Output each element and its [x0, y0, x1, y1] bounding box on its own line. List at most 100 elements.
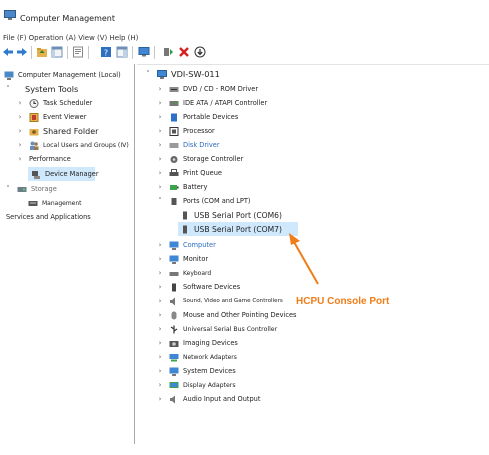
svg-text:?: ? [104, 49, 108, 58]
tree-item-local-users[interactable]: › Local Users and Groups (IV) [16, 139, 129, 151]
chevron-right-icon[interactable]: › [156, 311, 164, 319]
chevron-right-icon[interactable]: › [16, 141, 24, 149]
tree-item-device-manager[interactable]: Device Manager [28, 167, 99, 181]
tree-label: Disk Driver [183, 141, 220, 149]
tree-item-storage-controller[interactable]: › Storage Controller [156, 153, 244, 165]
tree-item-print-queue[interactable]: › Print Queue [156, 167, 222, 179]
device-manager-icon [32, 170, 40, 179]
chevron-right-icon[interactable]: › [156, 155, 164, 163]
properties-icon[interactable] [72, 46, 84, 58]
tree-item-audio[interactable]: › Audio Input and Output [156, 393, 260, 405]
chevron-down-icon[interactable]: ˅ [4, 185, 12, 193]
tree-item-mouse[interactable]: › Mouse and Other Pointing Devices [156, 309, 296, 321]
tree-item-imaging[interactable]: › Imaging Devices [156, 337, 238, 349]
help-icon[interactable]: ? [100, 46, 112, 58]
update-driver-icon[interactable] [162, 46, 174, 58]
tree-item-software-devices[interactable]: › Software Devices [156, 281, 240, 293]
console-tree-icon[interactable] [51, 46, 63, 58]
mouse-icon [171, 311, 177, 319]
forward-arrow-icon[interactable] [16, 46, 28, 58]
chevron-right-icon[interactable]: › [156, 395, 164, 403]
chevron-right-icon[interactable]: › [156, 99, 164, 107]
tree-label: Storage [31, 185, 57, 193]
chevron-right-icon[interactable]: › [156, 255, 164, 263]
tree-item-shared-folder[interactable]: › Shared Folder [16, 125, 99, 137]
chevron-right-icon[interactable]: › [156, 367, 164, 375]
system-device-icon [169, 367, 179, 376]
tree-label: Imaging Devices [183, 339, 238, 347]
tree-item-computer[interactable]: › Computer [156, 239, 216, 251]
tree-item-sound[interactable]: › Sound, Video and Game Controllers [156, 295, 283, 307]
tree-label: Monitor [183, 255, 209, 263]
chevron-right-icon[interactable]: › [156, 183, 164, 191]
menu-bar[interactable]: File (F) Operation (A) View (V) Help (H) [3, 34, 138, 42]
computer-management-icon [4, 10, 16, 20]
chevron-right-icon[interactable]: › [16, 99, 24, 107]
tree-item-network[interactable]: › Network Adapters [156, 351, 237, 363]
chevron-right-icon[interactable]: › [156, 297, 164, 305]
chevron-right-icon[interactable]: › [156, 141, 164, 149]
keyboard-icon [169, 271, 179, 276]
tree-item-com6[interactable]: USB Serial Port (COM6) [180, 209, 282, 221]
tree-item-portable[interactable]: › Portable Devices [156, 111, 238, 123]
tree-item-task-scheduler[interactable]: › Task Scheduler [16, 97, 92, 109]
chevron-down-icon[interactable]: ˅ [4, 85, 12, 93]
tree-item-root[interactable]: Computer Management (Local) [4, 69, 121, 81]
tree-label: Keyboard [183, 269, 212, 277]
chevron-right-icon[interactable]: › [156, 241, 164, 249]
chevron-right-icon[interactable]: › [16, 155, 24, 163]
tree-label: Mouse and Other Pointing Devices [183, 311, 297, 319]
delete-icon[interactable] [178, 46, 190, 58]
tree-item-system-tools[interactable]: ˅ System Tools [4, 83, 78, 95]
tree-label: VDI-SW-011 [171, 69, 220, 79]
storage-controller-icon [170, 155, 178, 163]
chevron-right-icon[interactable]: › [156, 353, 164, 361]
chevron-right-icon[interactable]: › [156, 127, 164, 135]
monitor-icon[interactable] [138, 46, 150, 58]
tree-item-management[interactable]: Management [28, 197, 82, 209]
folder-up-icon[interactable] [36, 46, 48, 58]
chevron-right-icon[interactable]: › [156, 325, 164, 333]
battery-icon [170, 184, 179, 190]
pane-divider[interactable] [134, 64, 135, 444]
camera-icon [169, 340, 179, 347]
chevron-right-icon[interactable]: › [156, 169, 164, 177]
tree-item-performance[interactable]: › Performance [16, 153, 71, 165]
download-icon[interactable] [194, 46, 206, 58]
tree-item-dvd[interactable]: › DVD / CD - ROM Driver [156, 83, 258, 95]
disk-drive-icon [169, 142, 179, 148]
chevron-down-icon[interactable]: ˅ [156, 197, 164, 205]
tree-item-disk[interactable]: › Disk Driver [156, 139, 220, 151]
console-tree-pane: Computer Management (Local) ˅ System Too… [0, 64, 133, 455]
tree-item-ports[interactable]: ˅ Ports (COM and LPT) [156, 195, 251, 207]
tree-label: Performance [29, 155, 71, 163]
tree-item-processor[interactable]: › Processor [156, 125, 215, 137]
serial-port-icon [183, 225, 187, 233]
tree-item-computer-root[interactable]: ˅ VDI-SW-011 [144, 68, 220, 80]
tree-item-display[interactable]: › Display Adapters [156, 379, 236, 391]
tree-item-services[interactable]: Services and Applications [6, 211, 91, 223]
chevron-down-icon[interactable]: ˅ [144, 70, 152, 78]
tree-item-storage[interactable]: ˅ Storage [4, 183, 57, 195]
tree-item-system-devices[interactable]: › System Devices [156, 365, 236, 377]
window-title: Computer Management [20, 14, 116, 23]
tree-item-monitor[interactable]: › Monitor [156, 253, 208, 265]
tree-item-ide[interactable]: › IDE ATA / ATAPI Controller [156, 97, 268, 109]
chevron-right-icon[interactable]: › [156, 283, 164, 291]
chevron-right-icon[interactable]: › [16, 127, 24, 135]
chevron-right-icon[interactable]: › [156, 381, 164, 389]
back-arrow-icon[interactable] [2, 46, 14, 58]
tree-item-keyboard[interactable]: › Keyboard [156, 267, 212, 279]
tree-item-usb[interactable]: › Universal Serial Bus Controller [156, 323, 277, 335]
processor-icon [169, 126, 179, 136]
chevron-right-icon[interactable]: › [156, 85, 164, 93]
chevron-right-icon[interactable]: › [156, 113, 164, 121]
monitor-icon [169, 255, 179, 264]
tree-item-event-viewer[interactable]: › Event Viewer [16, 111, 86, 123]
chevron-right-icon[interactable]: › [16, 113, 24, 121]
chevron-right-icon[interactable]: › [156, 339, 164, 347]
tree-item-battery[interactable]: › Battery [156, 181, 208, 193]
show-hide-icon[interactable] [116, 46, 128, 58]
chevron-right-icon[interactable]: › [156, 269, 164, 277]
tree-label: Ports (COM and LPT) [183, 197, 251, 205]
